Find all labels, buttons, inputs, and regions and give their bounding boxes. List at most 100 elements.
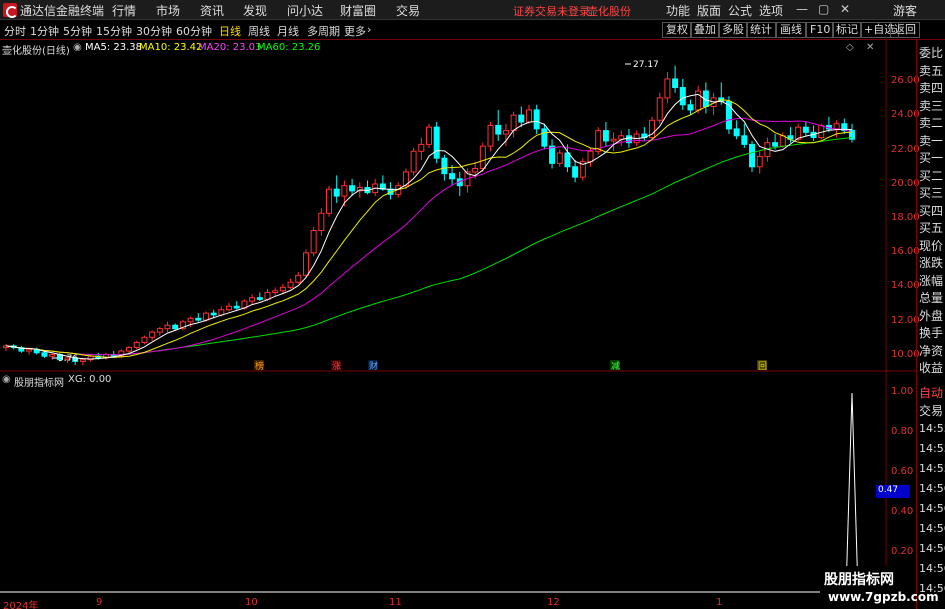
period-1min[interactable]: 1分钟 xyxy=(30,23,59,39)
quote-label: 卖一 xyxy=(919,133,944,148)
back-button[interactable]: 返回 xyxy=(890,22,920,38)
menu-function[interactable]: 功能 xyxy=(666,2,690,19)
period-30min[interactable]: 30分钟 xyxy=(136,23,172,39)
event-marks: 榜 涨 财 减 回 xyxy=(254,360,767,372)
date-tick: 11 xyxy=(389,597,402,608)
restore-icon[interactable]: ▢ xyxy=(818,2,829,16)
candle-body xyxy=(533,109,540,130)
date-tick: 2024年 xyxy=(3,601,39,609)
chevron-right-icon[interactable]: › xyxy=(367,23,371,36)
candle-body xyxy=(672,78,679,89)
menu-market[interactable]: 市场 xyxy=(156,2,180,19)
quote-label: 自动 xyxy=(919,386,944,400)
chevron-icon[interactable]: ◉ xyxy=(73,42,82,53)
quote-label: 卖四 xyxy=(919,81,944,95)
close-icon[interactable]: ✕ xyxy=(840,2,850,16)
candle-body xyxy=(302,252,309,276)
period-60min[interactable]: 60分钟 xyxy=(176,23,212,39)
event-mark-cai[interactable]: 财 xyxy=(369,360,378,372)
period-15min[interactable]: 15分钟 xyxy=(96,23,132,39)
candle-body xyxy=(249,297,256,302)
current-stock-name: 壶化股份 xyxy=(587,5,631,18)
candle-body xyxy=(49,354,56,357)
period-multi[interactable]: 多周期 xyxy=(307,23,340,39)
candle-body xyxy=(802,126,809,133)
ma5-label: MA5: 23.38 xyxy=(85,42,143,53)
candles-group xyxy=(3,65,855,366)
menu-formula[interactable]: 公式 xyxy=(728,2,752,19)
candle-body xyxy=(502,130,509,135)
period-5min[interactable]: 5分钟 xyxy=(63,23,92,39)
event-mark-zhang[interactable]: 涨 xyxy=(332,361,341,372)
menu-wealth-circle[interactable]: 财富圈 xyxy=(340,2,376,19)
candle-body xyxy=(156,328,163,333)
candle-body xyxy=(149,331,156,338)
period-monthly[interactable]: 月线 xyxy=(277,23,299,39)
menu-wenxiaoda[interactable]: 问小达 xyxy=(287,2,323,19)
watermark-url: www.7gpzb.com xyxy=(828,590,939,604)
quote-label: 14:55 xyxy=(919,462,945,475)
candle-body xyxy=(318,212,325,231)
quote-label: 14:56 xyxy=(919,562,945,575)
period-timeshare[interactable]: 分时 xyxy=(4,23,26,39)
quote-label: 14:56 xyxy=(919,502,945,515)
period-more[interactable]: 更多 xyxy=(344,23,366,39)
statistics-button[interactable]: 统计 xyxy=(746,22,776,38)
candle-body xyxy=(741,135,748,145)
menu-bar: 通达信金融终端 行情 市场 资讯 发现 问小达 财富圈 交易 证券交易未登录 壶… xyxy=(0,0,945,20)
overlay-button[interactable]: 叠加 xyxy=(690,22,720,38)
ma10-label: MA10: 23.42 xyxy=(139,42,203,53)
f10-button[interactable]: F10 xyxy=(806,22,835,38)
close-pane-icon[interactable]: ✕ xyxy=(866,42,874,53)
adjust-button[interactable]: 复权 xyxy=(662,22,692,38)
quote-label: 卖五 xyxy=(919,63,944,78)
candle-body xyxy=(202,312,209,321)
kline-chart-area[interactable]: 9.76 27.17 榜 涨 财 减 回 xyxy=(0,40,916,609)
candle-body xyxy=(679,87,686,106)
candle-body xyxy=(187,317,194,323)
draw-line-button[interactable]: 画线 xyxy=(776,22,806,38)
settings-icon[interactable]: ◇ xyxy=(846,42,854,53)
candle-body xyxy=(333,188,340,197)
quote-label: 买五 xyxy=(919,221,944,235)
quote-label: 外盘 xyxy=(919,308,944,323)
multi-stock-button[interactable]: 多股 xyxy=(718,22,748,38)
period-weekly[interactable]: 周线 xyxy=(248,23,270,39)
event-mark-bang[interactable]: 榜 xyxy=(255,360,264,372)
candle-body xyxy=(41,352,48,357)
candle-body xyxy=(164,324,171,330)
candle-body xyxy=(279,286,286,292)
candle-body xyxy=(510,114,517,132)
candle-body xyxy=(602,130,609,142)
indicator-chevron-icon[interactable]: ◉ xyxy=(2,374,11,385)
period-daily[interactable]: 日线 xyxy=(219,23,241,39)
candle-body xyxy=(195,317,202,321)
event-mark-jian[interactable]: 减 xyxy=(611,360,620,372)
minimize-icon[interactable]: — xyxy=(796,2,808,16)
candle-body xyxy=(772,142,779,147)
mark-button[interactable]: 标记 xyxy=(832,22,862,38)
candle-body xyxy=(218,309,225,316)
quote-label: 14:56 xyxy=(919,482,945,495)
event-mark-hui[interactable]: 回 xyxy=(758,361,767,372)
indicator-tick: 0.60 xyxy=(891,466,914,477)
menu-discover[interactable]: 发现 xyxy=(243,2,267,19)
candle-body xyxy=(779,135,786,147)
menu-options[interactable]: 选项 xyxy=(759,2,783,19)
guest-label[interactable]: 游客 xyxy=(893,2,917,19)
stock-title: 壶化股份(日线) xyxy=(2,46,70,57)
cursor-value-marker: 0.47 xyxy=(876,485,910,498)
candle-body xyxy=(310,230,317,254)
menu-trade[interactable]: 交易 xyxy=(396,2,420,19)
quote-label: 卖二 xyxy=(919,116,944,130)
menu-quotes[interactable]: 行情 xyxy=(112,2,136,19)
menu-news[interactable]: 资讯 xyxy=(200,2,224,19)
candle-body xyxy=(549,145,556,164)
candle-body xyxy=(233,305,240,309)
candle-body xyxy=(610,138,617,142)
indicator-tick: 1.00 xyxy=(891,386,914,397)
menu-layout[interactable]: 版面 xyxy=(697,2,721,19)
login-notice[interactable]: 证券交易未登录 xyxy=(513,3,590,19)
candle-body xyxy=(264,292,271,300)
candle-body xyxy=(664,78,671,99)
